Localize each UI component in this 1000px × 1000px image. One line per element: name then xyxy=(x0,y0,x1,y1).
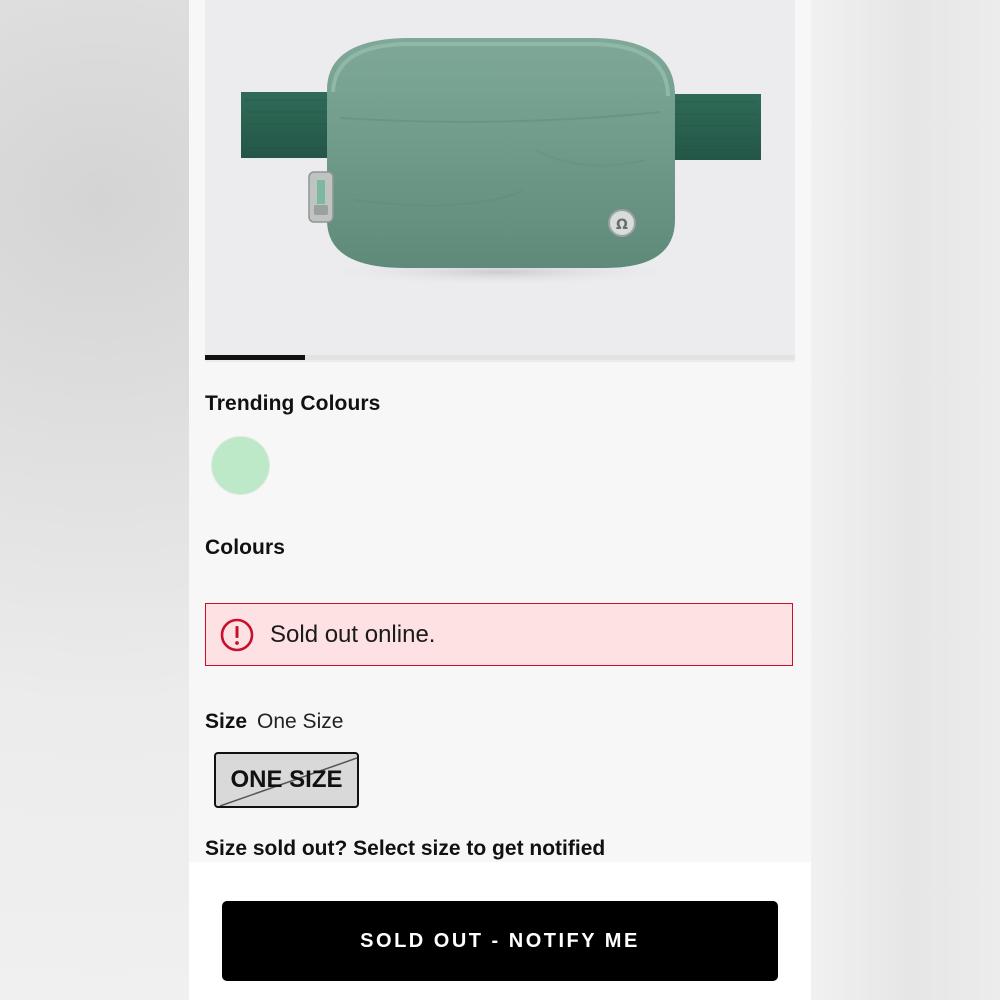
exclamation-circle-icon xyxy=(220,618,254,651)
product-details: Ω Trending Colours Colours Sold out onli… xyxy=(189,0,811,862)
belt-bag-illustration: Ω xyxy=(241,38,761,286)
size-option-label: ONE SIZE xyxy=(230,766,343,793)
gallery-progress-fill xyxy=(205,355,306,360)
alert-text: Sold out online. xyxy=(270,620,436,648)
product-image[interactable]: Ω xyxy=(205,0,795,362)
notify-me-button[interactable]: SOLD OUT - NOTIFY ME xyxy=(222,901,778,981)
trending-colours-title: Trending Colours xyxy=(205,392,381,415)
sold-out-alert: Sold out online. xyxy=(205,603,793,666)
svg-text:Ω: Ω xyxy=(616,217,628,233)
sticky-footer: SOLD OUT - NOTIFY ME xyxy=(189,862,811,1000)
product-page: Ω Trending Colours Colours Sold out onli… xyxy=(189,0,811,1000)
size-row: Size One Size xyxy=(205,710,343,734)
size-label: Size xyxy=(205,710,248,733)
notify-help-text: Size sold out? Select size to get notifi… xyxy=(205,837,606,860)
size-selected-value: One Size xyxy=(257,710,344,733)
gallery-progress-track xyxy=(205,355,795,360)
background-blur-right xyxy=(800,0,1000,1000)
size-option-one-size[interactable]: ONE SIZE xyxy=(214,752,359,808)
colours-title: Colours xyxy=(205,536,286,559)
colour-swatch[interactable] xyxy=(212,437,269,494)
